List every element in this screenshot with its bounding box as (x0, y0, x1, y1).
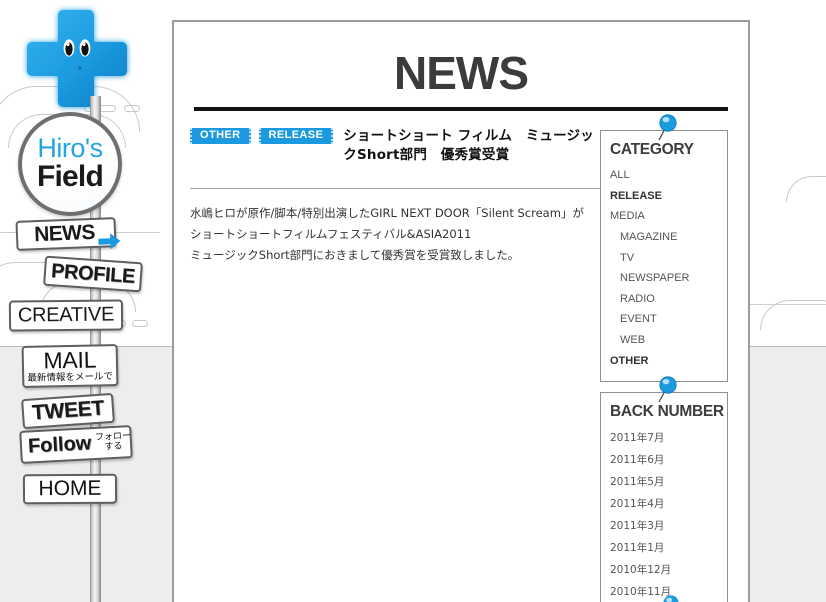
sidebar-item-tweet[interactable]: TWEET (21, 392, 115, 430)
category-item-release[interactable]: RELEASE (601, 186, 727, 207)
sidebar-item-follow[interactable]: Follow フォロー する (19, 425, 133, 464)
category-item-tv[interactable]: TV (601, 248, 727, 269)
sidebar-item-news[interactable]: NEWS (15, 217, 121, 251)
back-number-widget-title: BACK NUMBER (610, 403, 724, 420)
category-item-web[interactable]: WEB (601, 330, 727, 351)
category-item-all[interactable]: ALL (601, 165, 727, 186)
distant-horizon-line (748, 304, 826, 305)
sidebar-item-creative[interactable]: CREATIVE (8, 299, 124, 332)
signpost-navigation: Hiro's Field NEWS PROFILE CREATIVE MAIL … (0, 0, 180, 602)
blue-pin-icon (660, 594, 682, 602)
back-number-item[interactable]: 2011年7月 (601, 427, 727, 449)
sidebar-item-sublabel: フォロー する (95, 431, 132, 453)
page-root: Hiro's Field NEWS PROFILE CREATIVE MAIL … (0, 0, 826, 602)
tag-badge-release[interactable]: RELEASE (258, 127, 334, 144)
category-widget: CATEGORY ALL RELEASE MEDIA MAGAZINE TV N… (600, 114, 728, 383)
sidebar-item-label: MAIL (43, 346, 97, 374)
sidebar-item-label: PROFILE (50, 259, 136, 288)
title-divider (194, 106, 728, 111)
sidebar-item-mail[interactable]: MAIL 最新情報をメールで (21, 343, 119, 389)
tag-badge-other[interactable]: OTHER (190, 127, 251, 144)
page-title: NEWS (394, 47, 529, 99)
category-item-newspaper[interactable]: NEWSPAPER (601, 268, 727, 289)
blue-plus-character-icon (22, 4, 142, 112)
back-number-item[interactable]: 2011年3月 (601, 515, 727, 537)
cloud-outline-icon (786, 176, 826, 202)
sidebar-item-profile[interactable]: PROFILE (43, 255, 143, 293)
sidebar-item-sublabel: 最新情報をメールで (27, 370, 114, 384)
category-widget-title: CATEGORY (610, 141, 694, 158)
sidebar-item-label: TWEET (31, 396, 105, 425)
sidebar-item-label: NEWS (33, 220, 96, 247)
sidebar-item-label: Follow (27, 432, 92, 458)
sidebar-item-sublabel-line2: する (104, 441, 123, 453)
category-item-magazine[interactable]: MAGAZINE (601, 227, 727, 248)
category-item-media[interactable]: MEDIA (601, 206, 727, 227)
back-number-list: 2011年7月 2011年6月 2011年5月 2011年4月 2011年3月 … (601, 427, 727, 602)
back-number-widget: BACK NUMBER 2011年7月 2011年6月 2011年5月 2011… (600, 376, 728, 602)
sidebar-item-home[interactable]: HOME (22, 473, 118, 505)
back-number-item[interactable]: 2011年1月 (601, 537, 727, 559)
sidebar-item-label: CREATIVE (17, 303, 115, 327)
back-number-item[interactable]: 2011年5月 (601, 471, 727, 493)
back-number-item[interactable]: 2011年4月 (601, 493, 727, 515)
back-number-item[interactable]: 2010年12月 (601, 559, 727, 581)
category-list: ALL RELEASE MEDIA MAGAZINE TV NEWSPAPER … (601, 165, 727, 371)
back-number-item[interactable]: 2011年6月 (601, 449, 727, 471)
category-item-other[interactable]: OTHER (601, 351, 727, 372)
site-logo[interactable]: Hiro's Field (18, 112, 122, 216)
logo-text-top: Hiro's (37, 133, 103, 164)
logo-text-bottom: Field (36, 160, 104, 194)
category-item-radio[interactable]: RADIO (601, 289, 727, 310)
article-tags: OTHER RELEASE (190, 127, 334, 144)
category-item-event[interactable]: EVENT (601, 309, 727, 330)
article-headline[interactable]: ショートショート フィルム ミュージックShort部門 優秀賞受賞 (343, 127, 601, 166)
sidebar-item-label: HOME (38, 476, 102, 501)
